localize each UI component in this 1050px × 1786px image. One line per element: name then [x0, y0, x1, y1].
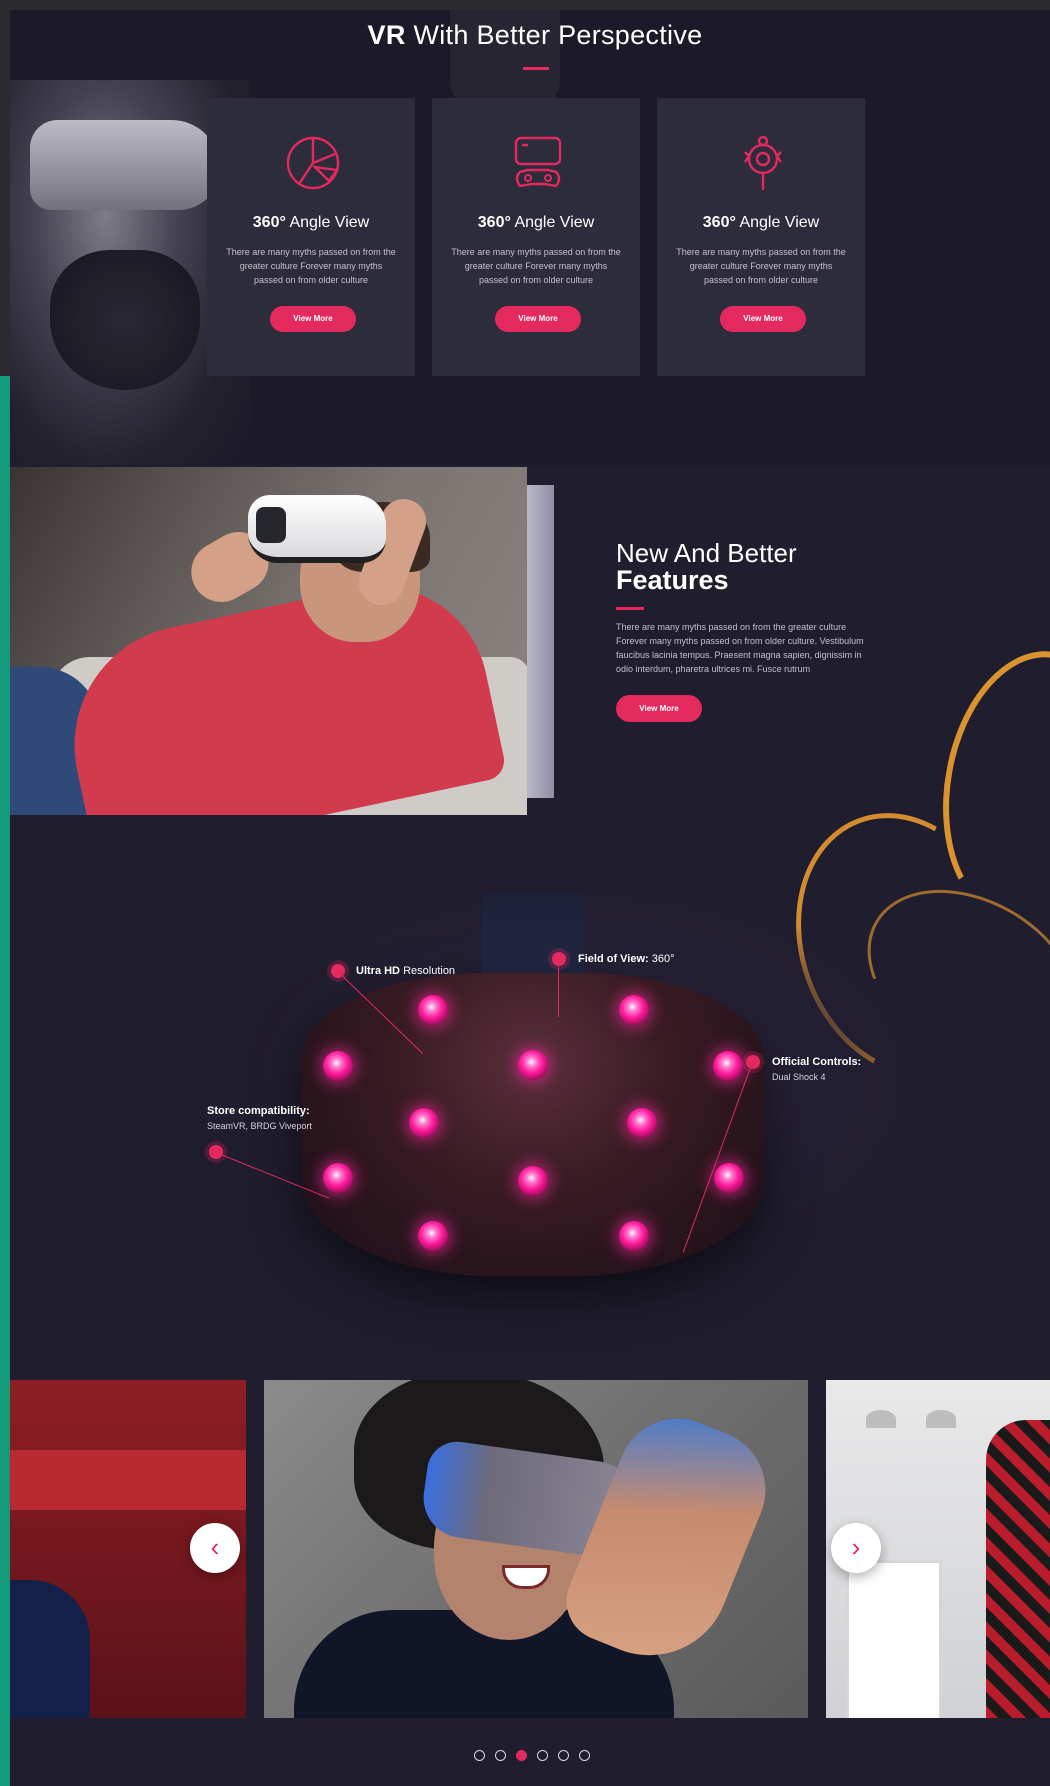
card-title-rest: Angle View [735, 214, 820, 231]
card-view-more-button[interactable]: View More [270, 306, 356, 332]
gamepad-icon [514, 136, 562, 188]
headset-lens [256, 507, 286, 543]
card-text: There are many myths passed on from the … [451, 247, 621, 285]
carousel-dot[interactable] [474, 1750, 485, 1761]
hotspot-label-bold: Field of View: [578, 953, 649, 965]
section-title-bold: VR [367, 20, 406, 50]
person-arm [10, 1580, 90, 1718]
left-accent-strip [0, 376, 10, 1786]
card-view-more-button[interactable]: View More [720, 306, 806, 332]
vr-headset [248, 495, 386, 563]
sensor-light [619, 995, 649, 1025]
hotspot-fov-label: Field of View: 360° [578, 953, 675, 965]
card-text: There are many myths passed on from the … [226, 247, 396, 285]
card-title-bold: 360° [702, 214, 736, 231]
hotspot-label-rest: 360° [648, 953, 675, 965]
carousel-dot[interactable] [558, 1750, 569, 1761]
chevron-left-icon: ‹ [210, 1532, 220, 1562]
carousel-dot[interactable] [579, 1750, 590, 1761]
title-underline [523, 67, 549, 70]
hotspot-ultra-hd-label: Ultra HD Resolution [356, 965, 455, 977]
sensor-light [409, 1108, 439, 1138]
ceiling-lamp [926, 1410, 956, 1428]
sensor-light [627, 1108, 657, 1138]
card-title: 360° Angle View [657, 214, 865, 232]
carousel-slide-active[interactable] [264, 1380, 808, 1718]
hotspot-controls[interactable] [746, 1055, 760, 1069]
hotspot-label-bold: Store compatibility: [207, 1105, 310, 1117]
features-underline [616, 607, 644, 610]
hotspot-label-rest: Resolution [400, 965, 456, 977]
sensor-light [418, 995, 448, 1025]
sensor-light [518, 1166, 548, 1196]
hotspot-controls-label: Official Controls: [772, 1056, 861, 1068]
feature-card-1: 360° Angle View There are many myths pas… [207, 98, 415, 376]
sensor-light [323, 1163, 353, 1193]
carousel-prev-button[interactable]: ‹ [190, 1523, 240, 1573]
webcam-icon [744, 135, 782, 190]
carousel-pagination [0, 1750, 1050, 1761]
plaid-shirt [986, 1420, 1050, 1718]
sensor-light [518, 1050, 548, 1080]
features-title-bold: Features [616, 565, 729, 595]
feature-card-3: 360° Angle View There are many myths pas… [657, 98, 865, 376]
hotspot-store-sub: SteamVR, BRDG Viveport [207, 1121, 312, 1131]
hotspot-ultra-hd[interactable] [331, 964, 345, 978]
card-title: 360° Angle View [432, 214, 640, 232]
section-title-rest: With Better Perspective [405, 20, 703, 50]
hotspot-store[interactable] [209, 1145, 223, 1159]
features-view-more-button[interactable]: View More [616, 695, 702, 722]
red-seat [10, 1450, 246, 1510]
features-text: There are many myths passed on from the … [616, 622, 864, 674]
card-title-rest: Angle View [285, 214, 370, 231]
left-edge-strip [0, 10, 10, 376]
card-title-rest: Angle View [510, 214, 595, 231]
features-photo [10, 467, 527, 815]
leader-line [558, 959, 559, 1017]
shelf [846, 1560, 942, 1718]
hotspot-field-of-view[interactable] [552, 952, 566, 966]
feature-card-2: 360° Angle View There are many myths pas… [432, 98, 640, 376]
card-title-bold: 360° [477, 214, 511, 231]
pie-chart-icon [286, 136, 340, 190]
hotspot-label-bold: Official Controls: [772, 1056, 862, 1068]
card-text: There are many myths passed on from the … [676, 247, 846, 285]
hotspot-store-label: Store compatibility: [207, 1105, 310, 1117]
hotspot-controls-sub: Dual Shock 4 [772, 1072, 826, 1082]
card-view-more-button[interactable]: View More [495, 306, 581, 332]
card-title: 360° Angle View [207, 214, 415, 232]
carousel-dot[interactable] [516, 1750, 527, 1761]
sensor-light [418, 1221, 448, 1251]
section-title: VR With Better Perspective [0, 20, 1050, 51]
ceiling-lamp [866, 1410, 896, 1428]
sensor-light [714, 1163, 744, 1193]
features-image-backdrop [527, 485, 554, 798]
carousel-dot[interactable] [495, 1750, 506, 1761]
vr-headset-product [302, 973, 764, 1276]
hero-headset [30, 120, 220, 210]
sensor-light [713, 1051, 743, 1081]
browser-top-bar [0, 0, 1050, 10]
carousel-next-button[interactable]: › [831, 1523, 881, 1573]
sensor-light [619, 1221, 649, 1251]
card-title-bold: 360° [252, 214, 286, 231]
carousel-dot[interactable] [537, 1750, 548, 1761]
hotspot-label-bold: Ultra HD [356, 965, 401, 977]
chevron-right-icon: › [851, 1532, 861, 1562]
sensor-light [323, 1051, 353, 1081]
hero-face [50, 250, 200, 390]
red-shirt [52, 565, 508, 815]
